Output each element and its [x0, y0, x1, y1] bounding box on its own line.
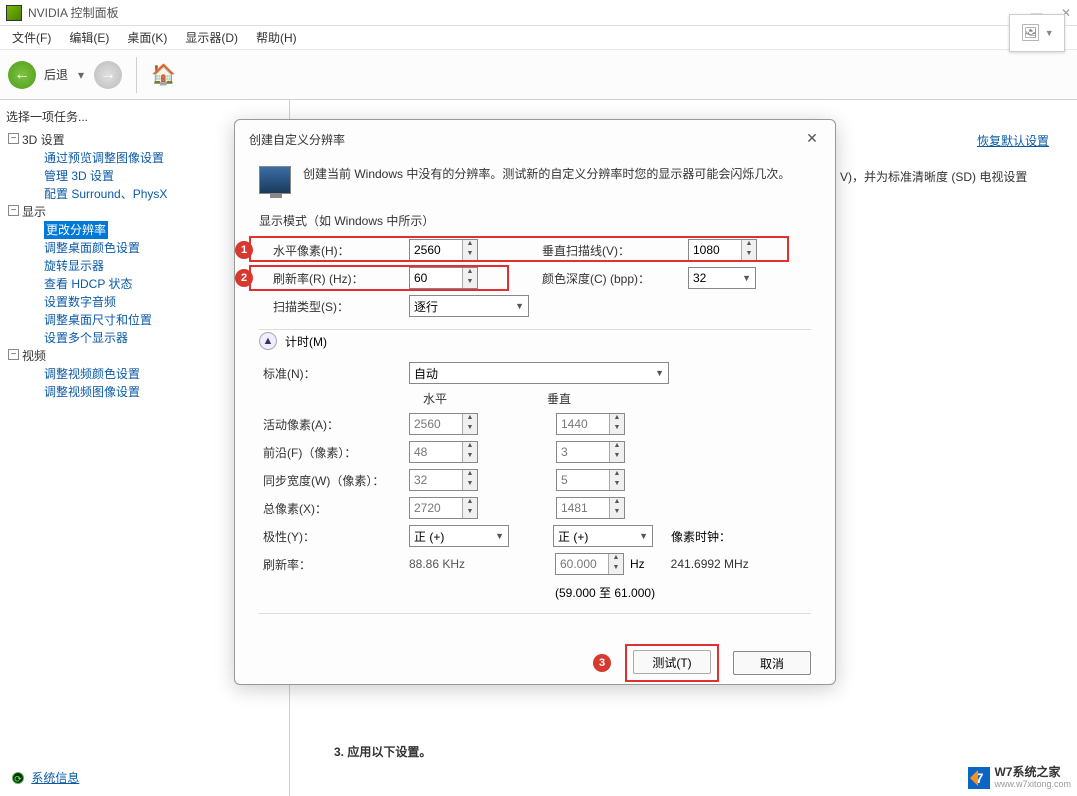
test-button[interactable]: 测试(T): [633, 650, 711, 674]
background-text: V)，并为标准清晰度 (SD) 电视设置: [840, 168, 1027, 185]
refresh-unit: Hz: [630, 557, 645, 571]
annotation-badge-2: 2: [235, 269, 253, 287]
front-v-spinner[interactable]: ▲▼: [556, 441, 625, 463]
timing-collapse-button[interactable]: ▲: [259, 332, 277, 350]
sync-v-spinner[interactable]: ▲▼: [556, 469, 625, 491]
watermark-url: www.w7xitong.com: [994, 778, 1071, 790]
restore-defaults-link[interactable]: 恢复默认设置: [977, 132, 1049, 149]
dropdown-arrow-icon: ▼: [1045, 28, 1054, 38]
toolbar-separator: [136, 57, 137, 93]
menu-edit[interactable]: 编辑(E): [61, 26, 117, 49]
vscan-label: 垂直扫描线(V)：: [538, 242, 688, 259]
display-mode-label: 显示模式（如 Windows 中所示）: [259, 208, 811, 233]
back-dropdown[interactable]: ▾: [78, 68, 84, 82]
tree-toggle[interactable]: −: [8, 205, 19, 216]
active-h-spinner[interactable]: ▲▼: [409, 413, 478, 435]
dialog-titlebar: 创建自定义分辨率 ✕: [235, 120, 835, 156]
sysinfo-icon: ⟳: [12, 772, 24, 784]
vscan-input[interactable]: [689, 240, 741, 260]
total-label: 总像素(X)：: [259, 500, 409, 517]
timing-column-headers: 水平 垂直: [259, 390, 811, 407]
total-v-spinner[interactable]: ▲▼: [556, 497, 625, 519]
sidebar-item-change-resolution[interactable]: 更改分辨率: [44, 221, 108, 239]
watermark-brand: W7系统之家: [994, 766, 1071, 778]
menu-help[interactable]: 帮助(H): [248, 26, 305, 49]
home-icon[interactable]: 🏠: [151, 62, 176, 87]
depth-value: 32: [693, 271, 706, 285]
depth-combo[interactable]: 32▼: [688, 267, 756, 289]
active-v-spinner[interactable]: ▲▼: [556, 413, 625, 435]
hpixels-spinner[interactable]: ▲▼: [409, 239, 478, 261]
scantype-label: 扫描类型(S)：: [259, 298, 409, 315]
display-mode-form: 水平像素(H)： ▲▼ 垂直扫描线(V)： ▲▼ 刷新率(R) (Hz)： ▲▼: [259, 239, 811, 317]
pixclock-value: 241.6992 MHz: [671, 557, 749, 571]
front-h-spinner[interactable]: ▲▼: [409, 441, 478, 463]
nvidia-icon: [6, 5, 22, 21]
create-custom-resolution-dialog: 创建自定义分辨率 ✕ 创建当前 Windows 中没有的分辨率。测试新的自定义分…: [234, 119, 836, 685]
annotation-box-3: 测试(T): [625, 644, 719, 682]
dialog-title: 创建自定义分辨率: [249, 131, 345, 148]
refresh-range: (59.000 至 61.000): [555, 584, 655, 601]
sync-label: 同步宽度(W)（像素）：: [259, 472, 409, 489]
dialog-buttons: 3 测试(T) 取消: [235, 630, 835, 682]
standard-label: 标准(N)：: [259, 365, 409, 382]
monitor-icon: [259, 166, 291, 194]
pixclock-label: 像素时钟：: [671, 528, 731, 545]
refresh-label: 刷新率(R) (Hz)：: [259, 270, 409, 287]
refresh-h-value: 88.86 KHz: [409, 557, 499, 571]
polarity-v-combo[interactable]: 正 (+)▼: [553, 525, 653, 547]
col-horizontal: 水平: [423, 390, 447, 407]
timing-header: ▲ 计时(M): [259, 329, 811, 356]
polarity-label: 极性(Y)：: [259, 528, 409, 545]
dialog-intro: 创建当前 Windows 中没有的分辨率。测试新的自定义分辨率时您的显示器可能会…: [259, 160, 811, 208]
menubar: 文件(F) 编辑(E) 桌面(K) 显示器(D) 帮助(H): [0, 26, 1077, 50]
refresh-v-spinner[interactable]: ▲▼: [555, 553, 624, 575]
front-label: 前沿(F)（像素）：: [259, 444, 409, 461]
scantype-combo[interactable]: 逐行▼: [409, 295, 529, 317]
total-h-spinner[interactable]: ▲▼: [409, 497, 478, 519]
image-placeholder-dropdown[interactable]: 🖼 ▼: [1009, 14, 1065, 52]
sync-h-spinner[interactable]: ▲▼: [409, 469, 478, 491]
step-3-label: 3. 应用以下设置。: [334, 743, 431, 760]
depth-label: 颜色深度(C) (bpp)：: [538, 270, 688, 287]
refresh2-label: 刷新率：: [259, 556, 409, 573]
tree-label-3d: 3D 设置: [22, 133, 65, 147]
menu-display[interactable]: 显示器(D): [177, 26, 246, 49]
menu-desktop[interactable]: 桌面(K): [119, 26, 175, 49]
dialog-close-button[interactable]: ✕: [803, 130, 821, 148]
vscan-spinner[interactable]: ▲▼: [688, 239, 757, 261]
dialog-intro-text: 创建当前 Windows 中没有的分辨率。测试新的自定义分辨率时您的显示器可能会…: [303, 166, 790, 194]
system-info-link[interactable]: 系统信息: [31, 771, 79, 785]
cancel-button[interactable]: 取消: [733, 651, 811, 675]
refresh-input[interactable]: [410, 268, 462, 288]
hpixels-input[interactable]: [410, 240, 462, 260]
tree-toggle[interactable]: −: [8, 349, 19, 360]
system-info: ⟳ 系统信息: [12, 769, 79, 786]
tree-label-display: 显示: [22, 205, 46, 219]
forward-button[interactable]: →: [94, 61, 122, 89]
active-label: 活动像素(A)：: [259, 416, 409, 433]
annotation-badge-3: 3: [593, 654, 611, 672]
col-vertical: 垂直: [547, 390, 571, 407]
window-title: NVIDIA 控制面板: [28, 4, 119, 21]
timing-label: 计时(M): [285, 333, 327, 350]
standard-combo[interactable]: 自动▼: [409, 362, 669, 384]
watermark: 7 W7系统之家 www.w7xitong.com: [968, 766, 1071, 790]
tree-toggle[interactable]: −: [8, 133, 19, 144]
back-label: 后退: [44, 66, 68, 83]
hpixels-label: 水平像素(H)：: [259, 242, 409, 259]
polarity-h-combo[interactable]: 正 (+)▼: [409, 525, 509, 547]
refresh-spinner[interactable]: ▲▼: [409, 267, 478, 289]
tree-label-video: 视频: [22, 349, 46, 363]
menu-file[interactable]: 文件(F): [4, 26, 59, 49]
toolbar: ← 后退 ▾ → 🏠: [0, 50, 1077, 100]
divider: [259, 613, 811, 614]
watermark-logo: 7: [968, 767, 990, 789]
window-titlebar: NVIDIA 控制面板 — ✕: [0, 0, 1077, 26]
picture-icon: 🖼: [1020, 23, 1040, 43]
annotation-badge-1: 1: [235, 241, 253, 259]
back-button[interactable]: ←: [8, 61, 36, 89]
scantype-value: 逐行: [414, 298, 438, 315]
standard-value: 自动: [414, 365, 438, 382]
